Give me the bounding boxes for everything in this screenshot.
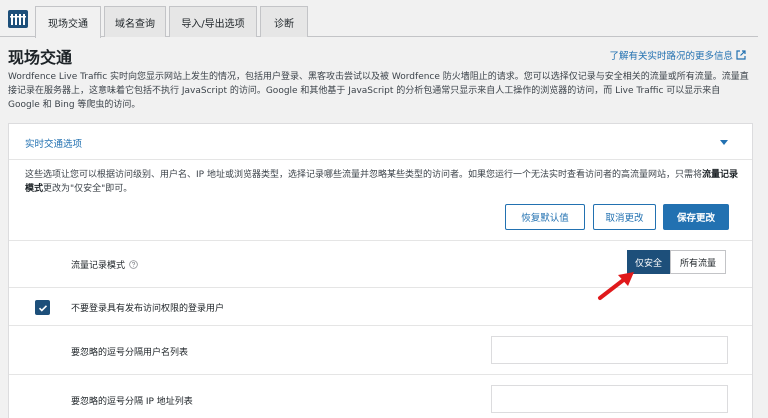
all-traffic-option[interactable]: 所有流量 <box>670 250 726 274</box>
scrollbar[interactable] <box>758 0 768 418</box>
ignore-publishers-label: 不要登录具有发布访问权限的登录用户 <box>71 304 225 314</box>
ignore-ips-input[interactable] <box>491 385 728 413</box>
panel-title[interactable]: 实时交通选项 <box>25 136 82 150</box>
panel-description: 这些选项让您可以根据访问级别、用户名、IP 地址或浏览器类型，选择记录哪些流量并… <box>25 168 740 196</box>
logging-mode-row: 流量记录模式 仅安全 所有流量 <box>9 240 752 287</box>
external-link-icon <box>736 50 746 60</box>
ignore-usernames-label: 要忽略的逗号分隔用户名列表 <box>71 348 189 358</box>
panel-description-before: 这些选项让您可以根据访问级别、用户名、IP 地址或浏览器类型，选择记录哪些流量并… <box>25 170 702 180</box>
save-changes-button[interactable]: 保存更改 <box>663 204 729 230</box>
panel-description-after: 更改为"仅安全"即可。 <box>43 184 133 194</box>
live-traffic-options-panel: 实时交通选项 这些选项让您可以根据访问级别、用户名、IP 地址或浏览器类型，选择… <box>8 123 753 418</box>
checkmark-icon <box>38 304 47 312</box>
panel-header[interactable]: 实时交通选项 <box>9 124 752 160</box>
restore-defaults-button[interactable]: 恢复默认值 <box>505 204 585 230</box>
tab-bar: 现场交通 域名查询 导入/导出选项 诊断 <box>0 0 758 38</box>
cancel-changes-button[interactable]: 取消更改 <box>593 204 656 230</box>
logging-mode-label-text: 流量记录模式 <box>71 261 126 271</box>
tab-diagnostics[interactable]: 诊断 <box>260 6 308 37</box>
help-link-text[interactable]: 了解有关实时路况的更多信息 <box>609 48 733 62</box>
tab-live-traffic[interactable]: 现场交通 <box>35 6 101 38</box>
ignore-publishers-row: 不要登录具有发布访问权限的登录用户 <box>9 287 752 325</box>
help-question-icon[interactable] <box>129 260 138 269</box>
logging-mode-segmented-control: 仅安全 所有流量 <box>627 250 726 274</box>
caret-down-icon[interactable] <box>720 140 728 145</box>
ignore-usernames-input[interactable] <box>491 336 728 364</box>
help-link[interactable]: 了解有关实时路况的更多信息 <box>609 48 746 62</box>
ignore-ips-row: 要忽略的逗号分隔 IP 地址列表 <box>9 374 752 418</box>
logging-mode-label: 流量记录模式 <box>71 258 138 271</box>
ignore-usernames-row: 要忽略的逗号分隔用户名列表 <box>9 325 752 374</box>
page-title: 现场交通 <box>8 48 73 67</box>
page-description: Wordfence Live Traffic 实时向您显示网站上发生的情况，包括… <box>8 72 749 110</box>
tab-import-export[interactable]: 导入/导出选项 <box>169 6 257 37</box>
annotation-arrow-icon <box>598 272 634 300</box>
ignore-publishers-checkbox[interactable] <box>35 300 50 315</box>
wordfence-logo-icon <box>8 10 28 28</box>
ignore-ips-label: 要忽略的逗号分隔 IP 地址列表 <box>71 397 193 407</box>
tab-whois-lookup[interactable]: 域名查询 <box>104 6 166 37</box>
